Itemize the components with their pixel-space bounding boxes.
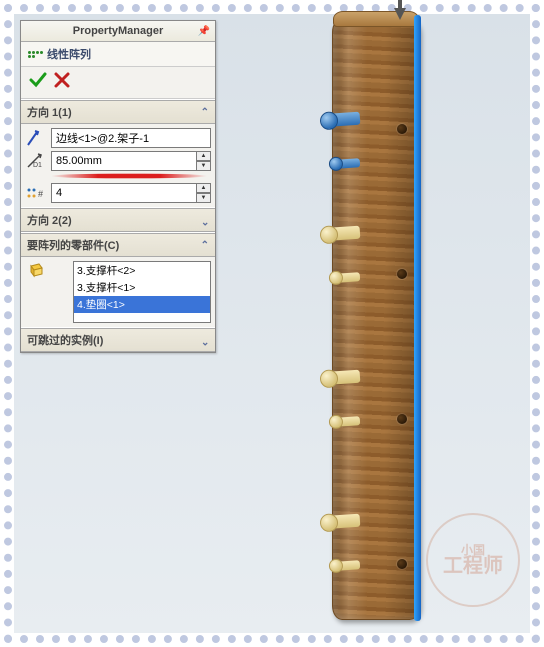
direction1-instances-row: # 4 ▲▼	[25, 183, 211, 203]
direction1-edge-field[interactable]: 边线<1>@2.架子-1	[51, 128, 211, 148]
direction1-section: 方向 1(1) ⌃ 边线<1>@2.架子-1 D1 85.00mm ▲▼	[21, 99, 215, 207]
pm-title-bar: PropertyManager 📌	[21, 21, 215, 42]
hole	[397, 124, 407, 134]
skip-header[interactable]: 可跳过的实例(I) ⌃	[21, 328, 215, 352]
cancel-button[interactable]	[53, 71, 71, 92]
pin-icon[interactable]: 📌	[197, 24, 211, 38]
direction1-edge-value: 边线<1>@2.架子-1	[56, 130, 149, 146]
direction1-edge-row: 边线<1>@2.架子-1	[25, 128, 211, 148]
peg-tan[interactable]	[334, 272, 361, 283]
list-item[interactable]: 3.支撑杆<1>	[74, 279, 210, 296]
direction1-header[interactable]: 方向 1(1) ⌃	[21, 100, 215, 124]
peg-tan[interactable]	[326, 226, 361, 241]
list-item[interactable]: 4.垫圈<1>	[74, 296, 210, 313]
instances-spinner[interactable]: 4 ▲▼	[51, 183, 211, 203]
property-manager-panel: PropertyManager 📌 线性阵列 方向 1(1) ⌃ 边线<1>@2…	[20, 20, 216, 353]
direction2-section: 方向 2(2) ⌃	[21, 207, 215, 232]
skip-title: 可跳过的实例(I)	[27, 332, 103, 348]
peg-tan[interactable]	[334, 416, 361, 427]
spacing-icon: D1	[25, 152, 47, 170]
direction1-body: 边线<1>@2.架子-1 D1 85.00mm ▲▼ #	[21, 124, 215, 207]
direction2-header[interactable]: 方向 2(2) ⌃	[21, 208, 215, 232]
instances-value[interactable]: 4	[51, 183, 197, 203]
components-header[interactable]: 要阵列的零部件(C) ⌃	[21, 233, 215, 257]
component-icon	[25, 261, 47, 279]
spacing-value[interactable]: 85.00mm	[51, 151, 197, 171]
instances-down[interactable]: ▼	[197, 193, 211, 203]
pm-title-text: PropertyManager	[73, 25, 163, 37]
instances-icon: #	[25, 184, 47, 202]
svg-text:#: #	[38, 189, 43, 199]
model-plank[interactable]	[332, 18, 420, 620]
reverse-direction-icon[interactable]	[25, 129, 47, 147]
components-list[interactable]: 3.支撑杆<2> 3.支撑杆<1> 4.垫圈<1>	[73, 261, 211, 323]
spacing-down[interactable]: ▼	[197, 161, 211, 171]
peg-tan[interactable]	[326, 514, 361, 529]
peg-blue[interactable]	[326, 112, 361, 127]
peg-tan[interactable]	[326, 370, 361, 385]
plank-top-face	[333, 11, 419, 27]
hole	[397, 559, 407, 569]
peg-tan[interactable]	[334, 560, 361, 571]
skip-section: 可跳过的实例(I) ⌃	[21, 327, 215, 352]
components-title: 要阵列的零部件(C)	[27, 237, 119, 253]
svg-text:D1: D1	[33, 162, 42, 169]
direction2-title: 方向 2(2)	[27, 212, 72, 228]
collapse-icon: ⌃	[201, 107, 209, 118]
selected-edge[interactable]	[414, 15, 421, 621]
instances-up[interactable]: ▲	[197, 183, 211, 193]
feature-header: 线性阵列	[21, 42, 215, 67]
watermark-big: 工程师	[443, 556, 503, 576]
feature-title: 线性阵列	[47, 46, 91, 62]
watermark: 小国 工程师	[426, 513, 520, 607]
list-item[interactable]: 3.支撑杆<2>	[74, 262, 210, 279]
expand-icon: ⌃	[201, 215, 209, 226]
ok-button[interactable]	[29, 71, 47, 92]
direction1-spacing-row: D1 85.00mm ▲▼	[25, 151, 211, 171]
peg-blue[interactable]	[334, 158, 361, 169]
direction1-title: 方向 1(1)	[27, 104, 72, 120]
components-section: 要阵列的零部件(C) ⌃ 3.支撑杆<2> 3.支撑杆<1> 4.垫圈<1>	[21, 232, 215, 327]
annotation-underline	[51, 174, 207, 179]
spacing-spinner[interactable]: 85.00mm ▲▼	[51, 151, 211, 171]
expand-icon: ⌃	[201, 335, 209, 346]
hole	[397, 269, 407, 279]
collapse-icon: ⌃	[201, 240, 209, 251]
hole	[397, 414, 407, 424]
components-body: 3.支撑杆<2> 3.支撑杆<1> 4.垫圈<1>	[21, 257, 215, 327]
spacing-up[interactable]: ▲	[197, 151, 211, 161]
linear-pattern-icon	[27, 48, 43, 60]
direction-arrow-icon[interactable]	[394, 8, 406, 20]
confirm-bar	[21, 67, 215, 99]
